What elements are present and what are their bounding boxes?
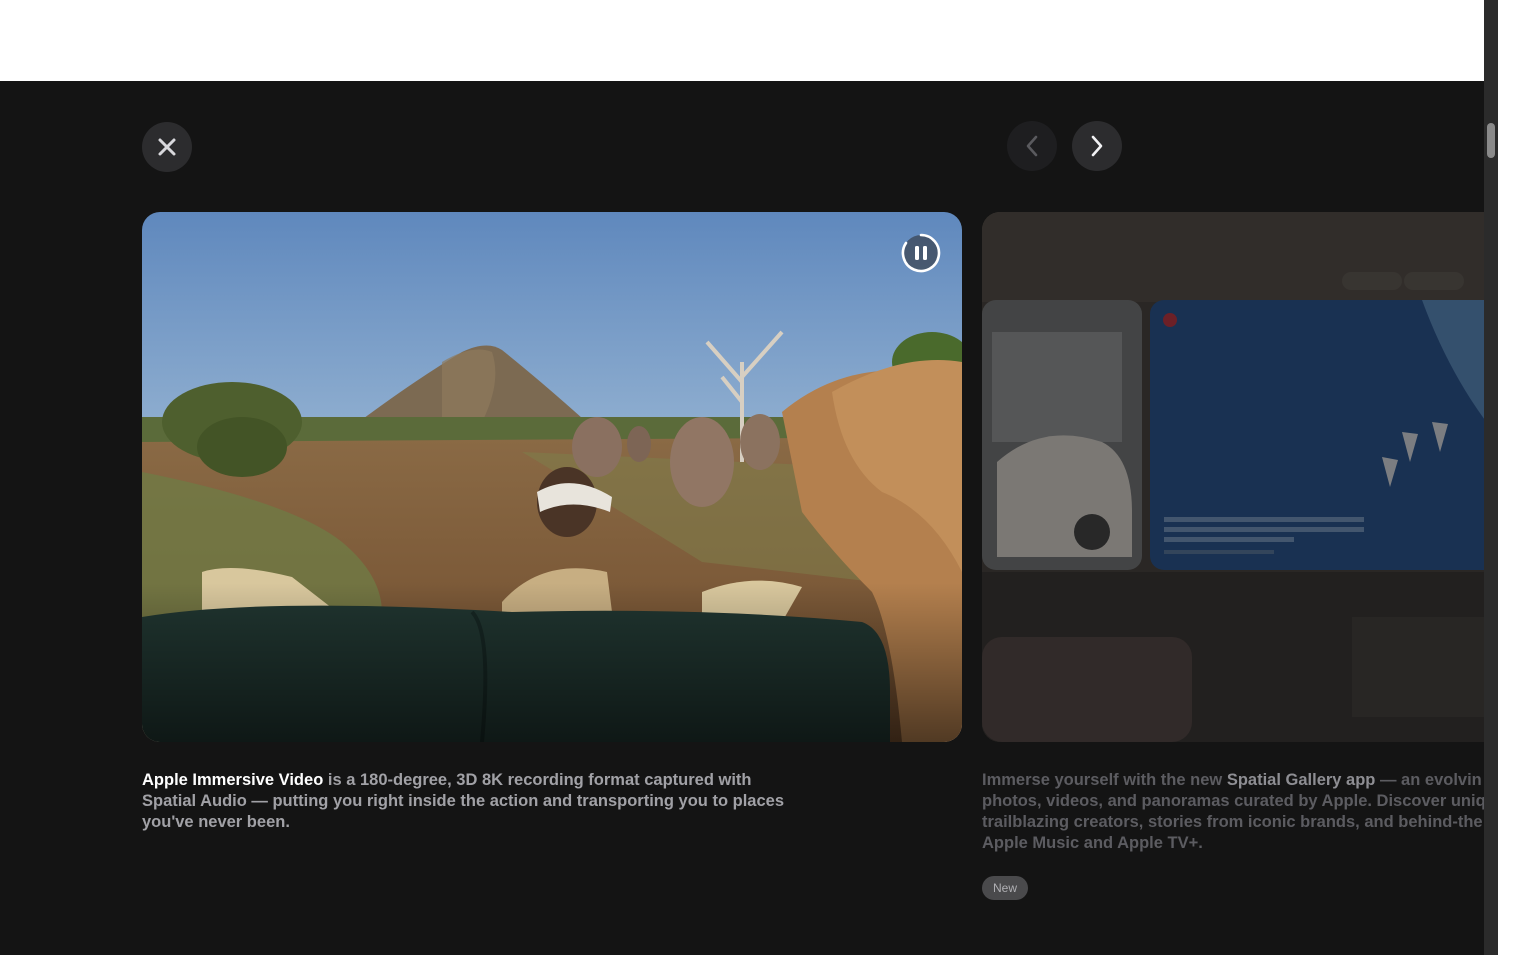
pause-icon [901,233,941,273]
window-scrollbar [1484,0,1540,955]
scrollbar-thumb[interactable] [1487,123,1495,158]
chevron-left-icon [1026,135,1038,157]
spatial-gallery-scene-image [982,212,1484,742]
caption-line-1: — an evolvin [1375,771,1482,789]
chevron-right-icon [1091,135,1103,157]
caption-line-2: photos, videos, and panoramas curated by… [982,792,1484,810]
page-header-area [0,0,1484,81]
safari-scene-image [142,212,962,742]
slide-caption: Apple Immersive Video is a 180-degree, 3… [142,770,802,833]
new-badge: New [982,876,1029,900]
next-slide-title: Spatial Gallery app [1226,771,1376,789]
caption-intro: Immerse yourself with the new [982,771,1227,789]
caption-line-4: Apple Music and Apple TV+. [982,834,1203,852]
gallery-modal: Apple Immersive Video is a 180-degree, 3… [0,81,1484,955]
pause-button[interactable] [900,232,942,274]
close-icon [158,138,176,156]
next-slide-button[interactable] [1072,121,1122,171]
caption-line: Immerse yourself with the new Spatial Ga… [982,770,1484,791]
close-button[interactable] [142,122,192,172]
previous-slide-button[interactable] [1007,121,1057,171]
immersive-video-card[interactable] [142,212,962,742]
window-gutter [1498,0,1540,955]
caption-line-3: trailblazing creators, stories from icon… [982,813,1483,831]
next-slide-caption: Immerse yourself with the new Spatial Ga… [982,770,1484,854]
spatial-gallery-card[interactable] [982,212,1484,742]
slide-title: Apple Immersive Video [142,771,324,789]
